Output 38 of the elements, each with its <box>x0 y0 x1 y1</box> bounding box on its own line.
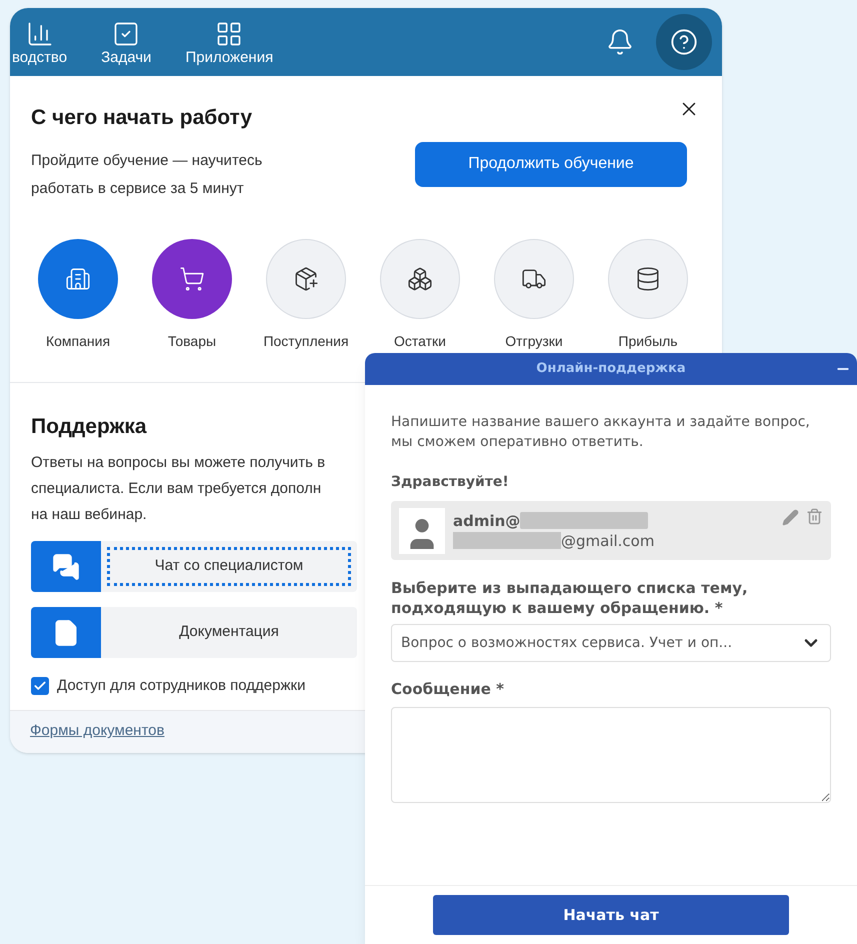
nav-icon <box>112 20 140 48</box>
nav-icon <box>26 20 54 48</box>
account-email: @gmail.com <box>561 530 654 550</box>
section-tile[interactable]: Компания <box>31 238 125 352</box>
greeting: Здравствуйте! <box>391 473 510 492</box>
topic-label: Выберите из выпадающего списка тему, подходящую к вашему обращению. * <box>391 578 749 618</box>
onboarding-title: С чего начать работу <box>31 105 252 131</box>
support-title: Поддержка <box>31 414 147 440</box>
bell-icon[interactable] <box>606 28 634 56</box>
section-tile[interactable]: Остатки <box>373 238 467 352</box>
section-tile[interactable]: Прибыль <box>601 238 695 352</box>
chat-intro: Напишите название вашего аккаунта и задайте вопрос, мы сможем оперативно ответить. <box>391 413 811 452</box>
message-field[interactable] <box>391 706 831 802</box>
nav-item[interactable]: Приложения <box>185 16 274 68</box>
account-name: admin@ <box>453 510 520 530</box>
support-button[interactable]: Документация <box>31 607 357 658</box>
document-forms-link[interactable]: Формы документов <box>30 720 164 743</box>
access-checkbox[interactable]: Доступ для сотрудников поддержки <box>31 675 306 698</box>
cart-icon <box>179 266 205 292</box>
avatar <box>399 508 445 554</box>
nav-item[interactable]: Задачи <box>101 16 152 68</box>
support-description: Ответы на вопросы вы можете получить в специалиста. Если вам требуется дополн на наш вебинар. <box>31 453 326 525</box>
section-tile[interactable]: Товары <box>145 238 239 352</box>
help-icon <box>670 28 698 56</box>
nav-item[interactable]: водство <box>12 16 68 68</box>
section-tile[interactable]: Отгрузки <box>487 238 581 352</box>
chat-bubbles-icon <box>52 552 80 580</box>
boxes-icon <box>407 266 433 292</box>
topic-select[interactable]: Вопрос о возможностях сервиса. Учет и оп... <box>391 624 831 662</box>
chat-header: Онлайн-поддержка <box>365 353 857 385</box>
support-button[interactable]: Чат со специалистом <box>31 541 357 592</box>
message-label: Сообщение * <box>391 679 505 700</box>
building-icon <box>65 266 91 292</box>
start-chat-button[interactable]: Начать чат <box>433 895 789 935</box>
section-tile[interactable]: Поступления <box>259 238 353 352</box>
continue-button[interactable]: Продолжить обучение <box>415 142 687 186</box>
nav-icon <box>215 20 244 48</box>
onboarding-description: Пройдите обучение — научитесь работать в сервисе за 5 минут <box>31 150 262 198</box>
